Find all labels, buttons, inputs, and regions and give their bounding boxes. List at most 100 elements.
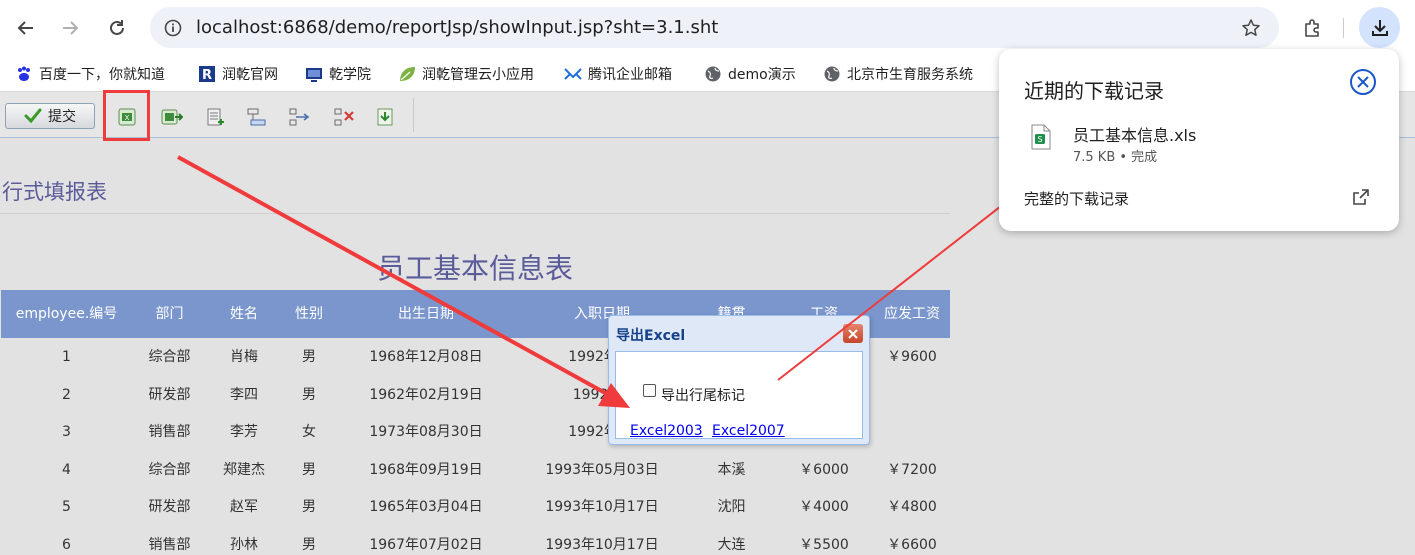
table-cell[interactable]: ￥6600 bbox=[874, 527, 950, 555]
delete-row-button[interactable] bbox=[333, 106, 355, 128]
table-cell[interactable]: 1993年10月17日 bbox=[515, 489, 689, 526]
column-header: 性别 bbox=[295, 306, 323, 322]
bookmark-tencent-mail[interactable]: 腾讯企业邮箱 bbox=[564, 63, 672, 85]
site-info-button[interactable] bbox=[159, 14, 186, 41]
table-cell[interactable]: 李四 bbox=[207, 377, 281, 414]
insert-child-row-button[interactable] bbox=[288, 106, 310, 128]
extensions-button[interactable] bbox=[1296, 12, 1328, 44]
open-in-new-icon[interactable] bbox=[1349, 185, 1373, 209]
bookmark-demo[interactable]: demo演示 bbox=[704, 63, 796, 85]
table-cell[interactable]: 男 bbox=[281, 527, 337, 555]
baidu-paw-icon bbox=[15, 65, 33, 83]
table-cell[interactable]: 1962年02月19日 bbox=[337, 377, 515, 414]
dialog-body: 导出行尾标记 Excel2003 Excel2007 bbox=[615, 351, 863, 439]
download-file-meta: 7.5 KB • 完成 bbox=[1073, 150, 1158, 165]
table-cell[interactable]: 男 bbox=[281, 452, 337, 489]
column-header: 应发工资 bbox=[884, 306, 940, 322]
downloads-button[interactable] bbox=[1359, 7, 1400, 48]
table-cell[interactable]: 孙林 bbox=[207, 527, 281, 555]
table-cell[interactable]: 5 bbox=[1, 489, 132, 526]
table-cell[interactable]: 肖梅 bbox=[207, 339, 281, 376]
table-cell[interactable]: 本溪 bbox=[689, 452, 774, 489]
column-header: employee.编号 bbox=[15, 306, 118, 322]
table-cell[interactable]: 郑建杰 bbox=[207, 452, 281, 489]
back-button[interactable] bbox=[10, 12, 42, 44]
table-cell[interactable]: ￥4800 bbox=[874, 489, 950, 526]
bookmark-baidu[interactable]: 百度一下，你就知道 bbox=[15, 63, 165, 85]
import-excel-button[interactable] bbox=[161, 106, 183, 128]
table-cell[interactable]: 综合部 bbox=[132, 339, 207, 376]
dialog-close-button[interactable] bbox=[843, 324, 863, 343]
table-cell[interactable]: ￥5500 bbox=[774, 527, 874, 555]
bookmark-label: 百度一下，你就知道 bbox=[39, 67, 165, 83]
column-header: 出生日期 bbox=[398, 306, 454, 322]
tencent-mail-icon bbox=[564, 65, 582, 83]
bookmark-label: 北京市生育服务系统 bbox=[847, 67, 973, 83]
table-cell[interactable]: 男 bbox=[281, 377, 337, 414]
table-cell[interactable]: 研发部 bbox=[132, 489, 207, 526]
table-cell[interactable] bbox=[874, 377, 950, 414]
column-header: 部门 bbox=[155, 306, 184, 322]
toolbar-divider bbox=[413, 98, 414, 132]
table-cell[interactable]: ￥6000 bbox=[774, 452, 874, 489]
table-cell[interactable]: ￥9600 bbox=[874, 339, 950, 376]
globe-icon bbox=[823, 65, 841, 83]
table-cell[interactable]: 2 bbox=[1, 377, 132, 414]
table-row: 6 销售部 孙林男 1967年07月02日 1993年10月17日 大连 ￥5500 ￥660… bbox=[1, 527, 950, 555]
table-row: 5 研发部 赵军男 1965年03月04日 1993年10月17日 沈阳 ￥4000 ￥480… bbox=[1, 489, 950, 526]
leaf-icon bbox=[398, 65, 416, 83]
bookmark-star-button[interactable] bbox=[1237, 14, 1264, 41]
table-cell[interactable]: 沈阳 bbox=[689, 489, 774, 526]
excel2007-link[interactable]: Excel2007 bbox=[712, 423, 785, 439]
submit-button[interactable]: 提交 bbox=[5, 103, 95, 129]
table-cell[interactable]: 6 bbox=[1, 527, 132, 555]
export-row-marker-checkbox[interactable] bbox=[643, 384, 656, 397]
url-text[interactable]: localhost:6868/demo/reportJsp/showInput.… bbox=[196, 17, 718, 38]
bookmark-qianxueyuan[interactable]: 乾学院 bbox=[305, 63, 371, 85]
table-cell[interactable]: ￥4000 bbox=[774, 489, 874, 526]
heading-divider bbox=[0, 213, 950, 214]
table-cell[interactable]: 赵军 bbox=[207, 489, 281, 526]
table-cell[interactable]: 1968年12月08日 bbox=[337, 339, 515, 376]
append-row-button[interactable] bbox=[246, 106, 268, 128]
table-cell[interactable]: 1973年08月30日 bbox=[337, 414, 515, 451]
save-button[interactable] bbox=[374, 106, 396, 128]
downloads-title: 近期的下载记录 bbox=[1024, 79, 1164, 103]
excel2003-link[interactable]: Excel2003 bbox=[630, 423, 703, 439]
table-cell[interactable]: 1968年09月19日 bbox=[337, 452, 515, 489]
insert-row-button[interactable] bbox=[204, 106, 226, 128]
bookmark-beijing-birth[interactable]: 北京市生育服务系统 bbox=[823, 63, 973, 85]
submit-label: 提交 bbox=[48, 109, 76, 125]
table-cell[interactable]: 3 bbox=[1, 414, 132, 451]
table-cell[interactable]: 研发部 bbox=[132, 377, 207, 414]
excel-import-icon bbox=[161, 109, 183, 125]
bookmark-runqian-cloud[interactable]: 润乾管理云小应用 bbox=[398, 63, 534, 85]
table-cell[interactable]: 李芳 bbox=[207, 414, 281, 451]
table-cell[interactable]: 销售部 bbox=[132, 414, 207, 451]
table-cell[interactable]: 综合部 bbox=[132, 452, 207, 489]
address-bar[interactable]: localhost:6868/demo/reportJsp/showInput.… bbox=[150, 7, 1279, 48]
table-cell[interactable]: 1965年03月04日 bbox=[337, 489, 515, 526]
table-cell[interactable] bbox=[874, 414, 950, 451]
table-cell[interactable]: 1993年10月17日 bbox=[515, 527, 689, 555]
table-cell[interactable]: 1993年05月03日 bbox=[515, 452, 689, 489]
table-cell[interactable]: 女 bbox=[281, 414, 337, 451]
dialog-title: 导出Excel bbox=[616, 328, 686, 344]
table-cell[interactable]: 1 bbox=[1, 339, 132, 376]
reload-button[interactable] bbox=[101, 12, 133, 44]
table-cell[interactable]: 大连 bbox=[689, 527, 774, 555]
table-cell[interactable]: ￥7200 bbox=[874, 452, 950, 489]
table-cell[interactable]: 1967年07月02日 bbox=[337, 527, 515, 555]
table-cell[interactable]: 销售部 bbox=[132, 527, 207, 555]
xls-file-icon: S bbox=[1031, 124, 1051, 150]
checkbox-label: 导出行尾标记 bbox=[661, 388, 745, 404]
svg-text:R: R bbox=[202, 68, 212, 83]
table-cell[interactable]: 男 bbox=[281, 339, 337, 376]
forward-button[interactable] bbox=[54, 12, 86, 44]
download-file-name[interactable]: 员工基本信息.xls bbox=[1073, 122, 1196, 146]
all-downloads-link[interactable]: 完整的下载记录 bbox=[1024, 188, 1129, 209]
downloads-close-button[interactable] bbox=[1349, 68, 1377, 96]
table-cell[interactable]: 男 bbox=[281, 489, 337, 526]
bookmark-runqian[interactable]: R 润乾官网 bbox=[198, 63, 278, 85]
table-cell[interactable]: 4 bbox=[1, 452, 132, 489]
